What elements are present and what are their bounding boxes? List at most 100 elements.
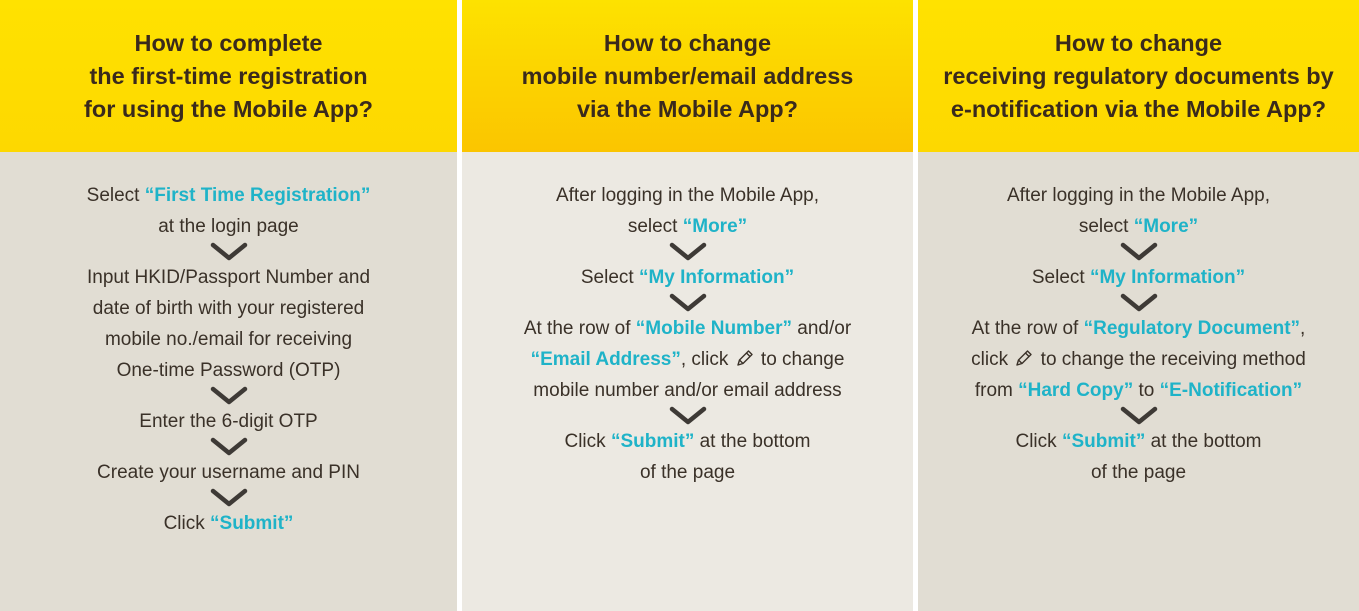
column-title: How to change mobile number/email address… bbox=[522, 27, 854, 126]
step: Click “Submit” bbox=[164, 508, 294, 539]
step: After logging in the Mobile App, select “… bbox=[556, 180, 819, 242]
column-e-notification: How to change receiving regulatory docume… bbox=[918, 0, 1359, 611]
step-line: Enter the 6-digit OTP bbox=[139, 406, 317, 437]
step-text: Select bbox=[86, 185, 145, 206]
chevron-down-icon bbox=[210, 386, 247, 405]
column-header: How to complete the first-time registrati… bbox=[0, 0, 457, 152]
step-text: , click bbox=[680, 349, 734, 370]
highlighted-term: “Email Address” bbox=[530, 349, 681, 370]
column-header: How to change mobile number/email address… bbox=[462, 0, 913, 152]
highlighted-term: “E-Notification” bbox=[1159, 380, 1303, 401]
step-line: date of birth with your registered bbox=[87, 293, 370, 324]
highlighted-term: “Submit” bbox=[610, 431, 695, 452]
step: After logging in the Mobile App, select “… bbox=[1007, 180, 1270, 242]
step: Create your username and PIN bbox=[97, 457, 360, 488]
step-text: click bbox=[971, 349, 1014, 370]
title-line: How to change bbox=[603, 29, 772, 56]
step-text: of the page bbox=[639, 462, 736, 483]
step-text: Enter the 6-digit OTP bbox=[139, 411, 318, 432]
steps-list: After logging in the Mobile App, select “… bbox=[918, 152, 1359, 611]
chevron-down-icon bbox=[669, 406, 706, 425]
column-title: How to complete the first-time registrati… bbox=[84, 27, 373, 126]
steps-list: Select “First Time Registration” at the l… bbox=[0, 152, 457, 611]
chevron-down-icon bbox=[669, 293, 706, 312]
highlighted-term: “My Information” bbox=[1089, 267, 1246, 288]
step-line: mobile no./email for receiving bbox=[87, 324, 370, 355]
step-text: of the page bbox=[1090, 462, 1187, 483]
step-line: Select “First Time Registration” bbox=[87, 180, 371, 211]
step-text: Click bbox=[163, 513, 211, 534]
step-text: After logging in the Mobile App, bbox=[1006, 185, 1270, 206]
highlighted-term: “Mobile Number” bbox=[635, 318, 793, 339]
step-line: Click “Submit” at the bottom bbox=[1015, 426, 1261, 457]
step-text: mobile number and/or email address bbox=[533, 380, 842, 401]
step-text: at the bottom bbox=[694, 431, 811, 452]
step-text: from bbox=[974, 380, 1019, 401]
step-text: One-time Password (OTP) bbox=[116, 360, 341, 381]
title-line: via the Mobile App? bbox=[576, 95, 799, 122]
chevron-down-icon bbox=[1120, 293, 1157, 312]
title-line: receiving regulatory documents by bbox=[943, 62, 1334, 89]
step-text: , bbox=[1300, 318, 1306, 339]
step-line: click to change the receiving method bbox=[971, 344, 1306, 375]
step-text: at the bottom bbox=[1145, 431, 1262, 452]
title-line: e-notification via the Mobile App? bbox=[950, 95, 1327, 122]
steps-list: After logging in the Mobile App, select “… bbox=[462, 152, 913, 611]
highlighted-term: “Submit” bbox=[1061, 431, 1146, 452]
step-text: select bbox=[1078, 216, 1134, 237]
step-text: At the row of bbox=[523, 318, 636, 339]
title-line: mobile number/email address bbox=[521, 62, 854, 89]
step: Input HKID/Passport Number and date of bi… bbox=[87, 262, 370, 386]
step-line: of the page bbox=[1015, 457, 1261, 488]
chevron-down-icon bbox=[210, 242, 247, 261]
step-text: At the row of bbox=[971, 318, 1084, 339]
step-line: “Email Address”, click to change bbox=[524, 344, 851, 375]
step: Select “My Information” bbox=[581, 262, 794, 293]
pencil-icon bbox=[736, 350, 753, 366]
step: Click “Submit” at the bottom of the page bbox=[1015, 426, 1261, 488]
chevron-down-icon bbox=[210, 437, 247, 456]
step-line: Input HKID/Passport Number and bbox=[87, 262, 370, 293]
title-line: the first-time registration bbox=[89, 62, 368, 89]
step-line: select “More” bbox=[556, 211, 819, 242]
step: At the row of “Mobile Number” and/or “Ema… bbox=[524, 313, 851, 406]
step-line: of the page bbox=[564, 457, 810, 488]
highlighted-term: “Submit” bbox=[210, 513, 294, 534]
guide-panel: How to complete the first-time registrati… bbox=[0, 0, 1359, 611]
highlighted-term: “My Information” bbox=[638, 267, 795, 288]
highlighted-term: “More” bbox=[682, 216, 748, 237]
step-text: to change the receiving method bbox=[1035, 349, 1306, 370]
highlighted-term: “Regulatory Document” bbox=[1083, 318, 1301, 339]
column-title: How to change receiving regulatory docume… bbox=[943, 27, 1333, 126]
step-line: select “More” bbox=[1007, 211, 1270, 242]
step-line: At the row of “Mobile Number” and/or bbox=[524, 313, 851, 344]
step: Enter the 6-digit OTP bbox=[139, 406, 317, 437]
step-line: mobile number and/or email address bbox=[524, 375, 851, 406]
step-line: from “Hard Copy” to “E-Notification” bbox=[971, 375, 1306, 406]
step: At the row of “Regulatory Document”, clic… bbox=[971, 313, 1306, 406]
chevron-down-icon bbox=[210, 488, 247, 507]
highlighted-term: “Hard Copy” bbox=[1018, 380, 1134, 401]
title-line: How to change bbox=[1054, 29, 1223, 56]
step-text: at the login page bbox=[158, 216, 299, 237]
step-text: date of birth with your registered bbox=[92, 298, 365, 319]
step-text: Click bbox=[564, 431, 611, 452]
chevron-down-icon bbox=[1120, 406, 1157, 425]
chevron-down-icon bbox=[1120, 242, 1157, 261]
step-text: Select bbox=[1031, 267, 1090, 288]
step-text: Click bbox=[1015, 431, 1062, 452]
step-line: Click “Submit” at the bottom bbox=[564, 426, 810, 457]
step-line: Select “My Information” bbox=[1032, 262, 1245, 293]
step-text: Create your username and PIN bbox=[97, 462, 360, 483]
step-text: Select bbox=[580, 267, 639, 288]
step-text: to change bbox=[755, 349, 845, 370]
step-line: Select “My Information” bbox=[581, 262, 794, 293]
step-line: Create your username and PIN bbox=[97, 457, 360, 488]
column-header: How to change receiving regulatory docume… bbox=[918, 0, 1359, 152]
step-line: at the login page bbox=[87, 211, 371, 242]
step-text: mobile no./email for receiving bbox=[104, 329, 353, 350]
step: Select “My Information” bbox=[1032, 262, 1245, 293]
column-change-contact: How to change mobile number/email address… bbox=[462, 0, 913, 611]
step-text: and/or bbox=[792, 318, 852, 339]
step: Select “First Time Registration” at the l… bbox=[87, 180, 371, 242]
